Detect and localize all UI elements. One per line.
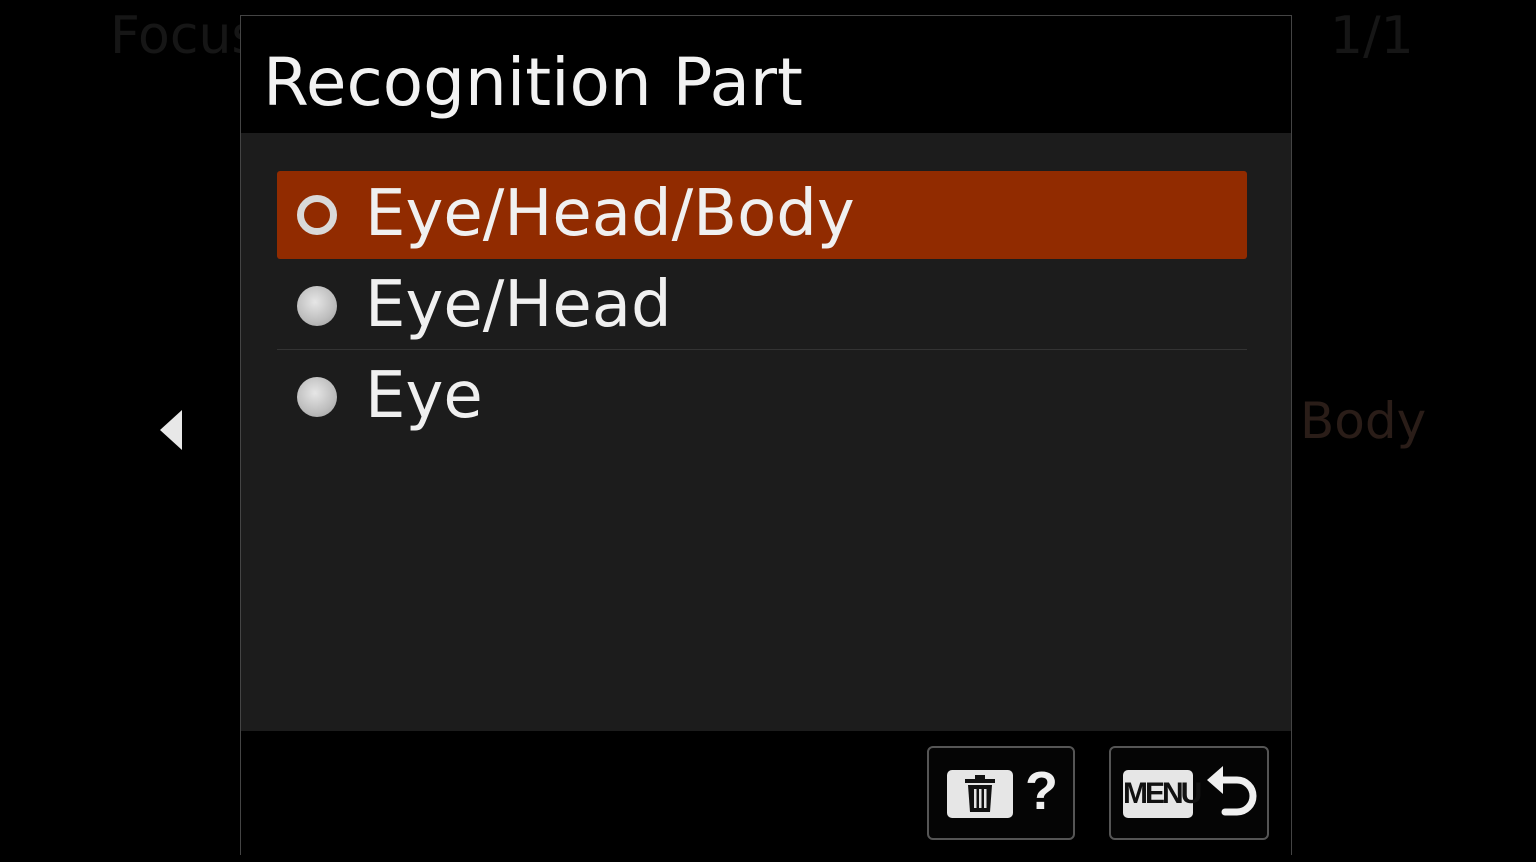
dialog-footer: ? MENU [241, 731, 1291, 855]
background-page-indicator: 1/1 [1330, 6, 1414, 66]
options-list: Eye/Head/Body Eye/Head Eye [277, 171, 1247, 444]
option-label: Eye [365, 359, 483, 433]
left-arrow-icon[interactable] [160, 410, 182, 450]
question-mark-icon: ? [1025, 761, 1058, 821]
radio-unselected-icon [297, 286, 337, 326]
recognition-part-dialog: Recognition Part Eye/Head/Body Eye/Head … [240, 15, 1292, 855]
option-eye-head[interactable]: Eye/Head [277, 262, 1247, 350]
option-eye[interactable]: Eye [277, 353, 1247, 441]
trash-icon [947, 770, 1013, 818]
option-eye-head-body[interactable]: Eye/Head/Body [277, 171, 1247, 259]
dialog-title: Recognition Part [263, 44, 803, 121]
camera-menu-screen: Focus 1/1 Body Recognition Part Eye/Head… [0, 0, 1536, 862]
radio-selected-icon [297, 195, 337, 235]
background-menu-title: Focus [110, 6, 259, 66]
menu-back-button[interactable]: MENU [1109, 746, 1269, 840]
return-icon [1207, 766, 1257, 816]
dialog-header: Recognition Part [241, 16, 1291, 133]
menu-label: MENU [1123, 770, 1202, 818]
help-button[interactable]: ? [927, 746, 1075, 840]
background-current-value: Body [1300, 392, 1427, 450]
option-label: Eye/Head/Body [365, 177, 855, 251]
option-label: Eye/Head [365, 268, 672, 342]
radio-unselected-icon [297, 377, 337, 417]
dialog-body: Eye/Head/Body Eye/Head Eye [241, 133, 1291, 731]
